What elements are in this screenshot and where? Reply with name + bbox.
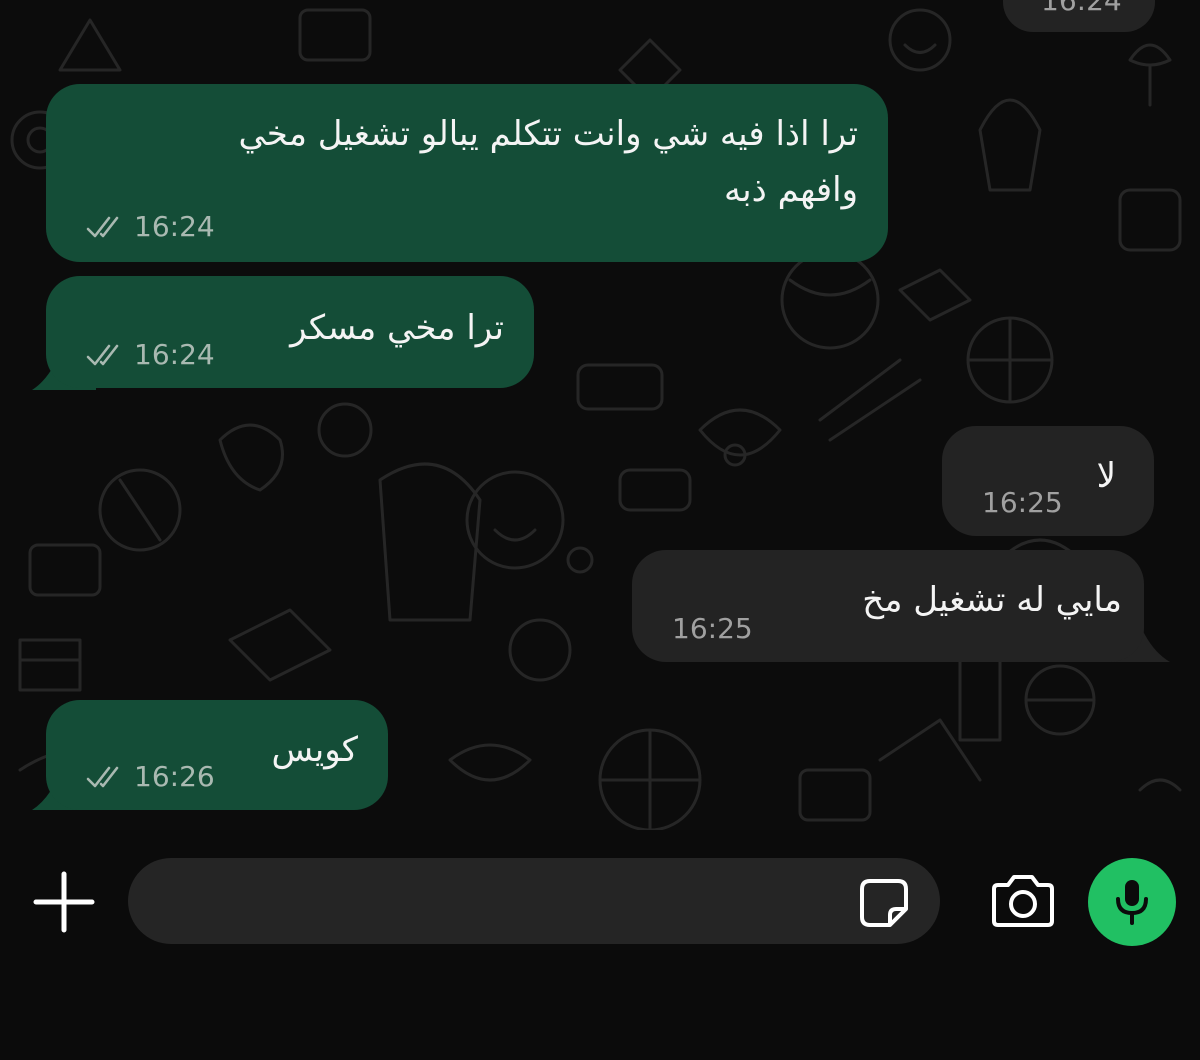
message-time: 16:25	[982, 486, 1063, 519]
message-input[interactable]	[128, 858, 940, 944]
message-meta: 16:25	[672, 612, 753, 645]
double-check-icon	[86, 766, 119, 787]
microphone-icon	[1116, 880, 1148, 925]
message-time: 16:25	[672, 612, 753, 645]
message-time: 16:24	[134, 338, 215, 371]
microphone-button[interactable]	[1088, 858, 1176, 946]
double-check-icon	[86, 344, 119, 365]
message-bubble-incoming[interactable]: مايي له تشغيل مخ 16:25	[632, 550, 1144, 662]
message-time: 16:24	[1041, 0, 1122, 17]
sticker-icon[interactable]	[856, 875, 912, 931]
message-meta: 16:24	[86, 338, 215, 371]
message-meta: 16:26	[86, 760, 215, 793]
message-text-line: ترا اذا فيه شي وانت تتكلم يبالو تشغيل مخ…	[238, 114, 858, 154]
message-bubble-outgoing[interactable]: كويس 16:26	[46, 700, 388, 810]
message-bubble-incoming[interactable]: لا 16:25	[942, 426, 1154, 536]
message-bubble-outgoing[interactable]: ترا اذا فيه شي وانت تتكلم يبالو تشغيل مخ…	[46, 84, 888, 262]
plus-icon[interactable]	[30, 868, 98, 936]
message-text-line: مايي له تشغيل مخ	[862, 580, 1122, 620]
camera-icon[interactable]	[988, 873, 1058, 929]
double-check-icon	[86, 216, 119, 237]
message-text-line: وافهم ذبه	[723, 170, 858, 210]
message-text-line: لا	[1096, 456, 1116, 496]
chat-area[interactable]: 16:24 ترا اذا فيه شي وانت تتكلم يبالو تش…	[0, 0, 1200, 830]
message-meta: 16:25	[982, 486, 1063, 519]
message-text-line: كويس	[271, 730, 358, 770]
message-time: 16:24	[134, 210, 215, 243]
message-time: 16:26	[134, 760, 215, 793]
message-text-line: ترا مخي مسكر	[290, 308, 504, 348]
message-meta: 16:24	[86, 210, 215, 243]
partial-message-bubble: 16:24	[1003, 0, 1155, 32]
message-bubble-outgoing[interactable]: ترا مخي مسكر 16:24	[46, 276, 534, 388]
